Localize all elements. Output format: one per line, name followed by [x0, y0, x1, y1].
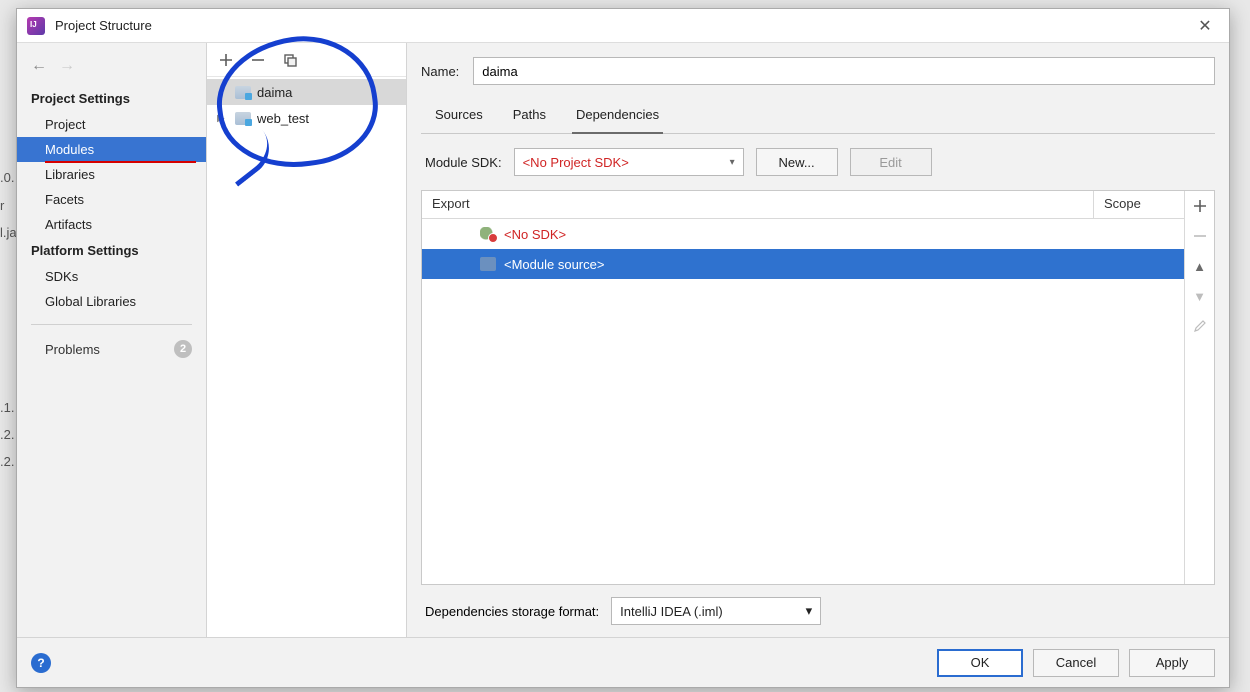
tab-sources[interactable]: Sources	[431, 101, 487, 133]
sidebar-item-artifacts[interactable]: Artifacts	[17, 212, 206, 237]
storage-format-label: Dependencies storage format:	[425, 604, 599, 619]
edit-dependency-button[interactable]	[1189, 315, 1211, 337]
sidebar-item-problems[interactable]: Problems 2	[17, 335, 206, 363]
dep-label: <No SDK>	[504, 227, 566, 242]
dependencies-table: Export Scope <No SDK> <Module source>	[421, 190, 1215, 585]
module-tree: daima ▶ web_test	[207, 77, 406, 637]
module-tree-item-web-test[interactable]: ▶ web_test	[207, 105, 406, 131]
window-title: Project Structure	[55, 18, 1191, 33]
module-icon	[235, 86, 251, 99]
name-label: Name:	[421, 64, 459, 79]
module-sdk-value: <No Project SDK>	[523, 155, 629, 170]
tab-paths[interactable]: Paths	[509, 101, 550, 133]
sidebar-item-project[interactable]: Project	[17, 112, 206, 137]
storage-format-dropdown[interactable]: IntelliJ IDEA (.iml) ▾	[611, 597, 821, 625]
divider	[31, 324, 192, 325]
tab-dependencies[interactable]: Dependencies	[572, 101, 663, 134]
help-button[interactable]: ?	[31, 653, 51, 673]
cancel-button[interactable]: Cancel	[1033, 649, 1119, 677]
module-icon	[235, 112, 251, 125]
bg-text: .1.	[0, 400, 14, 415]
titlebar: Project Structure ✕	[17, 9, 1229, 43]
module-label: daima	[257, 85, 292, 100]
storage-format-value: IntelliJ IDEA (.iml)	[620, 604, 723, 619]
chevron-down-icon: ▾	[806, 603, 813, 619]
nav-back-icon[interactable]: ←	[31, 57, 47, 75]
intellij-icon	[27, 17, 45, 35]
add-module-button[interactable]	[217, 51, 235, 69]
col-scope[interactable]: Scope	[1094, 191, 1184, 218]
dialog-footer: ? OK Cancel Apply	[17, 637, 1229, 687]
sidebar-item-libraries[interactable]: Libraries	[17, 162, 206, 187]
problems-badge: 2	[174, 340, 192, 358]
project-structure-dialog: Project Structure ✕ ← → Project Settings…	[16, 8, 1230, 688]
expander-icon[interactable]: ▶	[217, 113, 229, 124]
dep-row-no-sdk[interactable]: <No SDK>	[422, 219, 1184, 249]
sidebar-item-sdks[interactable]: SDKs	[17, 264, 206, 289]
sdk-new-button[interactable]: New...	[756, 148, 838, 176]
module-tabs: Sources Paths Dependencies	[421, 101, 1215, 134]
apply-button[interactable]: Apply	[1129, 649, 1215, 677]
module-tree-item-daima[interactable]: daima	[207, 79, 406, 105]
sidebar-item-facets[interactable]: Facets	[17, 187, 206, 212]
module-sdk-label: Module SDK:	[425, 155, 502, 170]
module-sdk-dropdown[interactable]: <No Project SDK> ▾	[514, 148, 744, 176]
remove-module-button[interactable]	[249, 51, 267, 69]
dep-label: <Module source>	[504, 257, 604, 272]
copy-module-button[interactable]	[281, 51, 299, 69]
bg-text: l.ja	[0, 225, 17, 241]
bg-text: r	[0, 198, 17, 214]
nav-forward-icon[interactable]: →	[59, 57, 75, 75]
bg-text: .0.	[0, 170, 17, 186]
section-platform-settings: Platform Settings	[17, 237, 206, 264]
module-source-icon	[480, 257, 496, 271]
close-button[interactable]: ✕	[1191, 12, 1219, 40]
module-toolbar	[207, 43, 406, 77]
module-detail-panel: Name: Sources Paths Dependencies Module …	[407, 43, 1229, 637]
sdk-missing-icon	[480, 227, 496, 241]
sidebar-item-global-libraries[interactable]: Global Libraries	[17, 289, 206, 314]
section-project-settings: Project Settings	[17, 85, 206, 112]
module-list-panel: daima ▶ web_test	[207, 43, 407, 637]
move-up-button[interactable]: ▲	[1189, 255, 1211, 277]
col-export[interactable]: Export	[422, 191, 1094, 218]
dep-row-module-source[interactable]: <Module source>	[422, 249, 1184, 279]
sidebar-item-modules[interactable]: Modules	[17, 137, 206, 162]
bg-text: .2.	[0, 454, 14, 469]
move-down-button[interactable]: ▼	[1189, 285, 1211, 307]
problems-label: Problems	[45, 342, 100, 357]
sdk-edit-button: Edit	[850, 148, 932, 176]
dependencies-side-toolbar: ▲ ▼	[1184, 191, 1214, 584]
ok-button[interactable]: OK	[937, 649, 1023, 677]
sidebar: ← → Project Settings Project Modules Lib…	[17, 43, 207, 637]
module-label: web_test	[257, 111, 309, 126]
module-name-input[interactable]	[473, 57, 1215, 85]
chevron-down-icon: ▾	[730, 157, 735, 168]
bg-text: .2.	[0, 427, 14, 442]
remove-dependency-button[interactable]	[1189, 225, 1211, 247]
add-dependency-button[interactable]	[1189, 195, 1211, 217]
table-header: Export Scope	[422, 191, 1184, 219]
